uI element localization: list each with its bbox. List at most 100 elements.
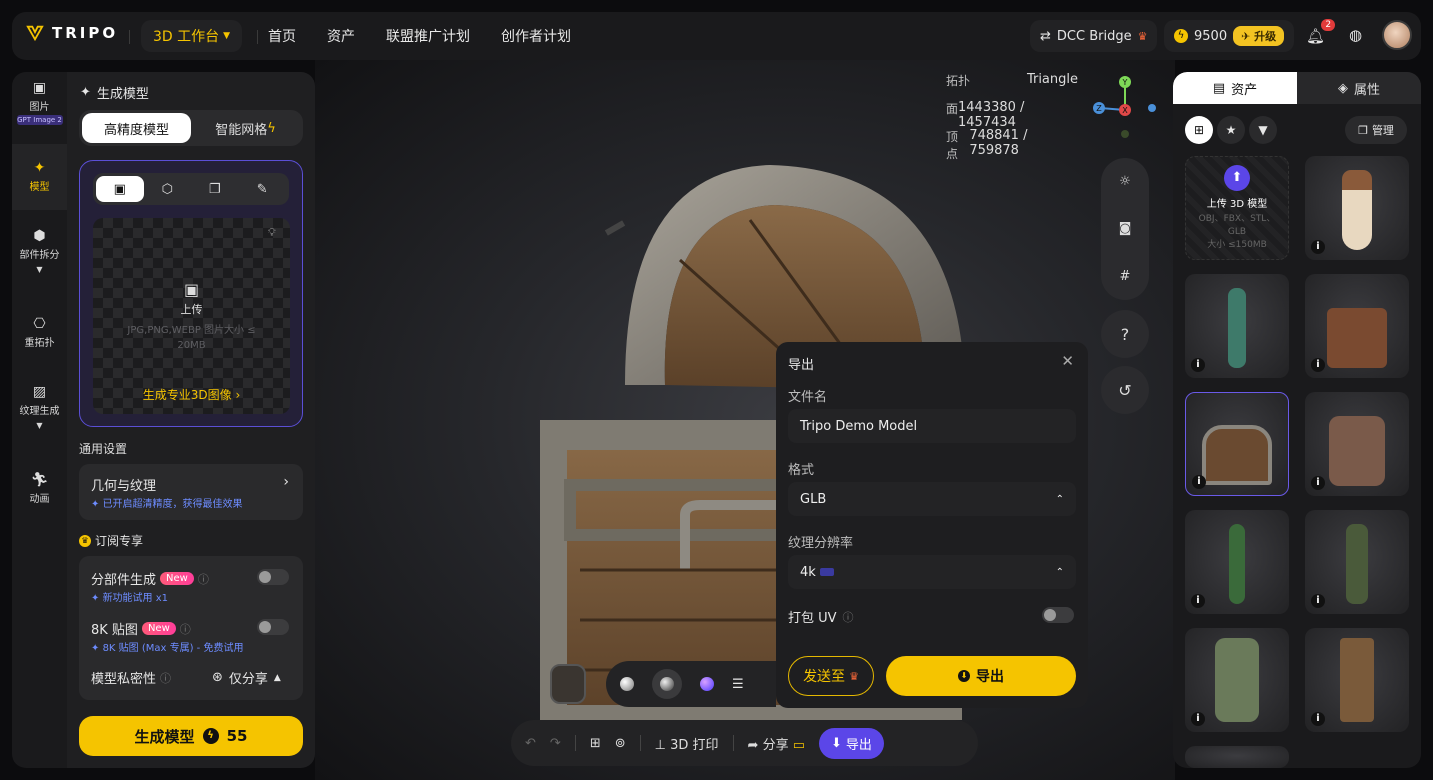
- matte-sphere-icon[interactable]: [620, 677, 634, 691]
- axis-gizmo[interactable]: Y Z X: [1090, 72, 1160, 142]
- asset-thumb-dancer[interactable]: i: [1185, 274, 1289, 378]
- rail-item-image[interactable]: ▣ 图片 GPT Image 2: [12, 80, 67, 140]
- asset-thumb-soldier[interactable]: i: [1305, 510, 1409, 614]
- asset-thumb-totem[interactable]: i: [1305, 628, 1409, 732]
- nav-creator[interactable]: 创作者计划: [501, 26, 571, 46]
- brand-logo[interactable]: TRIPO: [26, 24, 118, 42]
- info-icon[interactable]: i: [1191, 594, 1205, 608]
- tex8k-row: 8K 贴图 New ⓘ: [91, 619, 191, 638]
- asset-thumb-house-cart[interactable]: i: [1305, 274, 1409, 378]
- info-icon[interactable]: i: [1191, 358, 1205, 372]
- close-icon[interactable]: ✕: [1061, 352, 1074, 370]
- mode-high-precision[interactable]: 高精度模型: [82, 113, 191, 143]
- help-icon[interactable]: ⓘ: [843, 609, 854, 625]
- star-icon[interactable]: ★: [1217, 116, 1245, 144]
- format-select[interactable]: GLB ⌃: [788, 482, 1076, 516]
- nav-affiliate[interactable]: 联盟推广计划: [386, 26, 470, 46]
- asset-thumb-fairy[interactable]: i: [1185, 510, 1289, 614]
- undo-icon[interactable]: ↶: [525, 736, 536, 751]
- dcc-bridge-button[interactable]: ⇄ DCC Bridge ♛: [1030, 20, 1158, 52]
- export-confirm-button[interactable]: ⬇ 导出: [886, 656, 1076, 696]
- share-button[interactable]: ➦ 分享 ▭: [748, 734, 806, 753]
- privacy-label: 模型私密性: [91, 672, 157, 687]
- faces-value: 1443380 / 1457434: [958, 100, 1025, 130]
- info-icon[interactable]: i: [1311, 476, 1325, 490]
- draw-input-tab[interactable]: ✎: [239, 176, 287, 202]
- privacy-value: 仅分享: [228, 672, 268, 687]
- rail-item-texture[interactable]: ▨ 纹理生成 ▼: [12, 384, 67, 430]
- rail-item-animation[interactable]: 🏃︎ 动画: [12, 472, 67, 505]
- info-icon[interactable]: i: [1311, 712, 1325, 726]
- manage-button[interactable]: ❐ 管理: [1345, 116, 1407, 144]
- info-icon[interactable]: i: [1311, 240, 1325, 254]
- grid-icon[interactable]: #: [1120, 269, 1131, 284]
- tab-properties[interactable]: ◈ 属性: [1297, 72, 1421, 104]
- crown-icon: ♛: [849, 669, 859, 683]
- asset-thumb-treasure-chest[interactable]: i: [1185, 392, 1289, 496]
- workspace-dropdown[interactable]: 3D 工作台 ▼: [141, 20, 243, 52]
- filter-icon[interactable]: ▼: [1249, 116, 1277, 144]
- rail-item-part-split[interactable]: ⬢ 部件拆分 ▼: [12, 228, 67, 274]
- mode-smart-mesh[interactable]: 智能网格 ϟ: [191, 113, 300, 143]
- info-icon[interactable]: i: [1191, 712, 1205, 726]
- notification-bell-icon[interactable]: 🔔︎ 2: [1306, 19, 1336, 45]
- crown-icon: ♛: [79, 534, 91, 547]
- light-icon[interactable]: ☼: [1119, 174, 1131, 189]
- rail-label: 纹理生成: [19, 406, 60, 417]
- retopo-icon: ⎔: [33, 316, 46, 332]
- sliders-icon[interactable]: ☰: [732, 677, 744, 692]
- asset-thumb-partial[interactable]: [1185, 746, 1289, 768]
- asset-thumb-armor[interactable]: i: [1305, 392, 1409, 496]
- rail-item-model[interactable]: ✦ 模型: [12, 144, 67, 210]
- info-icon[interactable]: i: [1192, 475, 1206, 489]
- send-to-button[interactable]: 发送至 ♛: [788, 656, 874, 696]
- lightbulb-icon[interactable]: 💡︎: [268, 226, 276, 240]
- textured-sphere-icon[interactable]: [652, 669, 682, 699]
- image-icon: ▣: [113, 181, 126, 197]
- nav-home[interactable]: 首页: [268, 26, 296, 46]
- resolution-select[interactable]: 4k ⌃: [788, 555, 1076, 589]
- redo-icon[interactable]: ↷: [550, 736, 561, 751]
- multiview-input-tab[interactable]: ⬡: [144, 176, 192, 202]
- info-icon[interactable]: i: [1311, 358, 1325, 372]
- avatar[interactable]: [1382, 20, 1412, 50]
- filename-input[interactable]: Tripo Demo Model: [788, 409, 1076, 443]
- pack-uv-toggle[interactable]: [1042, 607, 1074, 623]
- part-gen-toggle[interactable]: [257, 569, 289, 585]
- image-input-tab[interactable]: ▣: [96, 176, 144, 202]
- export-button[interactable]: ⬇ 导出: [819, 727, 884, 759]
- grid-view-icon[interactable]: ⊞: [1185, 116, 1213, 144]
- history-icon[interactable]: ↺: [1101, 366, 1149, 414]
- rail-item-retopo[interactable]: ⎔ 重拓扑: [12, 316, 67, 349]
- upload-model-tile[interactable]: ⬆ 上传 3D 模型 OBJ、FBX、STL、GLB 大小 ≤150MB: [1185, 156, 1289, 260]
- info-icon[interactable]: i: [1311, 594, 1325, 608]
- nav-assets[interactable]: 资产: [327, 26, 355, 46]
- gift-icon[interactable]: ⊞: [590, 736, 601, 751]
- camera-icon[interactable]: ◙: [1119, 221, 1132, 236]
- asset-thumb-girl-doll[interactable]: i: [1305, 156, 1409, 260]
- help-icon[interactable]: ?: [1101, 310, 1149, 358]
- print-3d-button[interactable]: ⊥ 3D 打印: [655, 734, 719, 753]
- cube-split-icon: ⬢: [33, 228, 46, 244]
- view-3d-icon[interactable]: ⊚: [615, 736, 626, 751]
- tex8k-toggle[interactable]: [257, 619, 289, 635]
- model-thumbnail[interactable]: [550, 664, 586, 704]
- gen-pro-image-link[interactable]: 生成专业3D图像 ›: [93, 386, 290, 403]
- normal-sphere-icon[interactable]: [700, 677, 714, 691]
- help-icon[interactable]: ⓘ: [180, 621, 191, 637]
- globe-icon[interactable]: ◍: [1349, 26, 1362, 44]
- help-icon[interactable]: ⓘ: [198, 571, 209, 587]
- upgrade-button[interactable]: ✈ 升级: [1233, 26, 1285, 46]
- generate-model-button[interactable]: 生成模型 ϟ 55: [79, 716, 303, 756]
- rail-label: 动画: [29, 494, 50, 505]
- geometry-texture-card[interactable]: 几何与纹理 › ✦ 已开启超清精度，获得最佳效果: [79, 464, 303, 520]
- privacy-select[interactable]: ⊛ 仅分享 ▲: [212, 668, 281, 687]
- upload-formats: JPG,PNG,WEBP 图片大小 ≤ 20MB: [127, 325, 256, 351]
- gallery-input-tab[interactable]: ❐: [191, 176, 239, 202]
- asset-thumb-robe-armor[interactable]: i: [1185, 628, 1289, 732]
- upload-label: 上传: [180, 303, 203, 316]
- credits-pill[interactable]: ϟ 9500 ✈ 升级: [1164, 20, 1295, 52]
- help-icon[interactable]: ⓘ: [160, 670, 171, 686]
- tab-assets[interactable]: ▤ 资产: [1173, 72, 1297, 104]
- texture-icon: ▨: [32, 384, 47, 400]
